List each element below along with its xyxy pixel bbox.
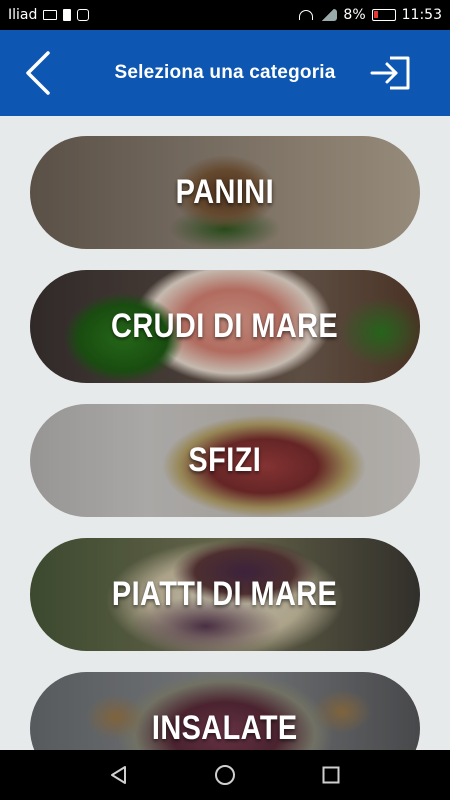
category-label: CRUDI DI MARE [111,307,339,345]
logout-button[interactable] [370,56,412,90]
app-header: Seleziona una categoria [0,30,450,116]
nav-back-button[interactable] [107,763,131,787]
category-card-insalate[interactable]: INSALATE [30,672,420,750]
back-button[interactable] [24,50,54,96]
status-bar-right: 8% 11:53 [299,7,442,23]
category-card-crudi-di-mare[interactable]: CRUDI DI MARE [30,270,420,383]
home-circle-icon [215,765,235,785]
instagram-icon [77,9,90,21]
warning-icon [63,9,72,21]
category-label: PANINI [175,173,275,211]
category-list: PANINI CRUDI DI MARE SFIZI PIATTI DI MAR… [0,116,450,750]
battery-percent: 8% [343,7,366,23]
battery-icon [371,9,396,21]
chevron-left-icon [26,51,50,95]
clock: 11:53 [401,7,442,23]
category-card-panini[interactable]: PANINI [30,136,420,249]
category-label: INSALATE [152,709,298,747]
status-bar: Iliad 8% 11:53 [0,0,450,30]
status-bar-left: Iliad [8,7,90,23]
carrier-name: Iliad [8,7,38,23]
recents-square-icon [322,766,340,784]
signal-icon [319,9,338,21]
category-label: PIATTI DI MARE [112,575,338,613]
category-card-piatti-di-mare[interactable]: PIATTI DI MARE [30,538,420,651]
mail-icon [43,10,58,20]
wifi-icon [299,10,314,20]
nav-recents-button[interactable] [319,763,343,787]
category-label: SFIZI [188,441,262,479]
system-nav-bar [0,750,450,800]
back-triangle-icon [111,766,126,784]
page-title: Seleziona una categoria [114,62,336,83]
nav-home-button[interactable] [213,763,237,787]
logout-icon [370,56,410,90]
category-card-sfizi[interactable]: SFIZI [30,404,420,517]
